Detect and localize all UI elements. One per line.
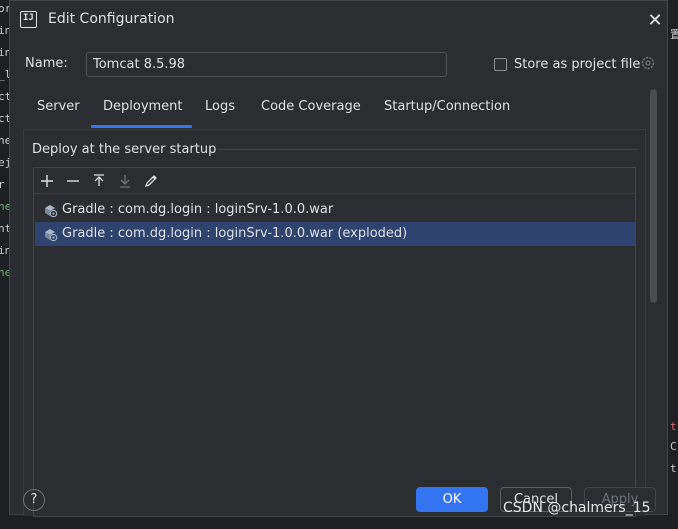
remove-icon[interactable] — [64, 172, 82, 190]
intellij-app-icon: IJ — [20, 11, 37, 28]
tab-logs[interactable]: Logs — [205, 99, 235, 114]
tab-server[interactable]: Server — [37, 99, 80, 114]
move-down-icon[interactable] — [116, 172, 134, 190]
deployment-list: Gradle : com.dg.login : loginSrv-1.0.0.w… — [33, 167, 636, 517]
tab-deployment[interactable]: Deployment — [103, 99, 183, 114]
title-bar: IJ Edit Configuration ✕ — [10, 1, 667, 39]
background-editor-right: 置 t C t — [668, 0, 678, 529]
move-up-icon[interactable] — [90, 172, 108, 190]
edit-icon[interactable] — [142, 172, 160, 190]
vertical-scrollbar[interactable] — [650, 89, 657, 303]
list-item-label: Gradle : com.dg.login : loginSrv-1.0.0.w… — [62, 226, 408, 241]
background-editor-left: or in in _l ct ct ne ej r ne nt in ne — [0, 0, 11, 529]
help-button[interactable]: ? — [23, 489, 45, 511]
deployment-toolbar — [34, 168, 635, 194]
artifact-icon — [45, 229, 58, 242]
background-editor-bottom — [300, 515, 678, 529]
tab-code-coverage[interactable]: Code Coverage — [261, 99, 361, 114]
artifact-icon — [45, 205, 58, 218]
store-as-project-file-label[interactable]: Store as project file — [514, 57, 640, 72]
configuration-tabs: Server Deployment Logs Code Coverage Sta… — [10, 89, 667, 129]
store-as-project-file-checkbox[interactable] — [494, 58, 507, 71]
dialog-title: Edit Configuration — [48, 11, 175, 27]
watermark-text: CSDN @chalmers_15 — [503, 500, 651, 516]
close-icon[interactable]: ✕ — [645, 11, 665, 31]
tab-startup-connection[interactable]: Startup/Connection — [384, 99, 510, 114]
list-item[interactable]: Gradle : com.dg.login : loginSrv-1.0.0.w… — [35, 222, 635, 246]
list-item[interactable]: Gradle : com.dg.login : loginSrv-1.0.0.w… — [35, 198, 635, 222]
add-icon[interactable] — [38, 172, 56, 190]
active-tab-indicator — [91, 125, 192, 128]
name-label: Name: — [25, 56, 68, 71]
deploy-section-title: Deploy at the server startup — [32, 142, 217, 157]
edit-configuration-dialog: IJ Edit Configuration ✕ Name: Store as p… — [9, 0, 668, 517]
section-divider — [218, 149, 638, 150]
list-item-label: Gradle : com.dg.login : loginSrv-1.0.0.w… — [62, 202, 334, 217]
gear-icon[interactable] — [640, 55, 656, 71]
ok-button[interactable]: OK — [416, 487, 488, 512]
name-field[interactable] — [86, 52, 447, 77]
